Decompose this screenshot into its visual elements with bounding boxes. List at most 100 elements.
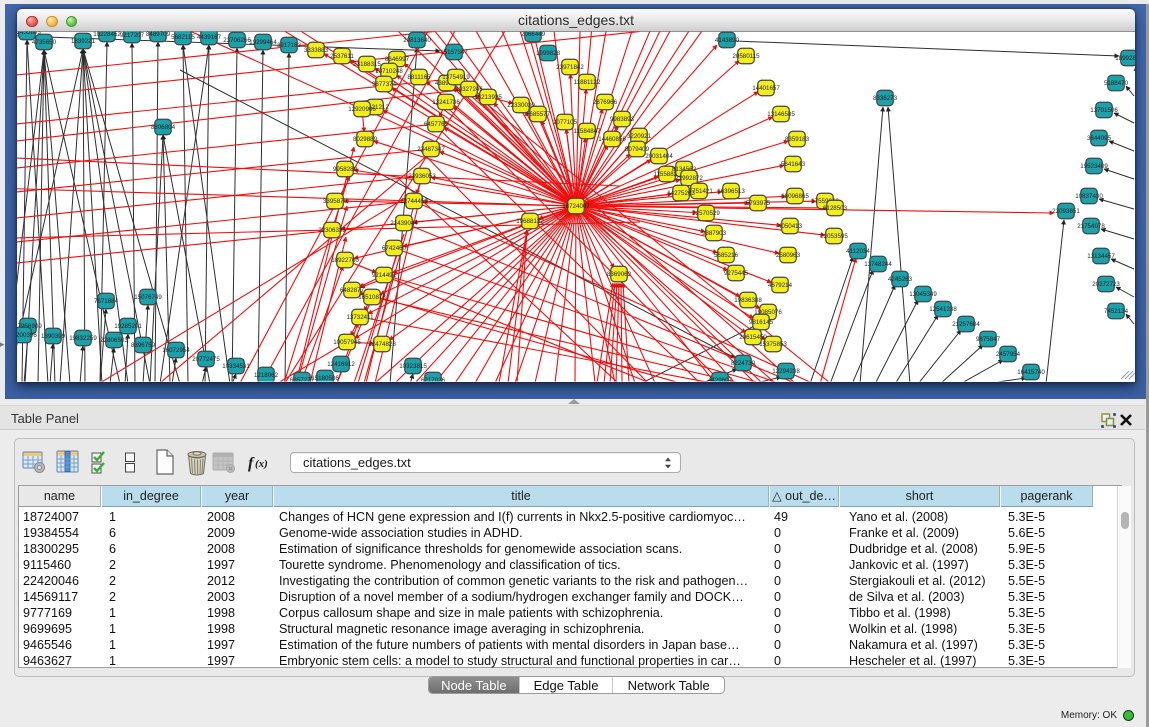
svg-text:15076749: 15076749 bbox=[134, 294, 162, 301]
svg-text:8079409: 8079409 bbox=[625, 146, 650, 153]
svg-text:8369062: 8369062 bbox=[607, 271, 632, 278]
svg-text:1890399: 1890399 bbox=[41, 333, 66, 340]
svg-text:6457765: 6457765 bbox=[424, 121, 449, 128]
svg-text:20372723: 20372723 bbox=[1092, 281, 1120, 288]
svg-text:10837430: 10837430 bbox=[1075, 193, 1103, 200]
svg-text:7671884: 7671884 bbox=[94, 298, 119, 305]
svg-text:15375853: 15375853 bbox=[759, 341, 787, 348]
svg-text:18096865: 18096865 bbox=[781, 193, 809, 200]
svg-text:5641643: 5641643 bbox=[781, 161, 806, 168]
svg-text:19832259: 19832259 bbox=[69, 335, 97, 342]
svg-text:9887903: 9887903 bbox=[702, 230, 727, 237]
svg-text:20615450: 20615450 bbox=[739, 334, 767, 341]
svg-text:6742460: 6742460 bbox=[382, 245, 407, 252]
svg-text:4439167: 4439167 bbox=[197, 34, 222, 41]
svg-text:8646997: 8646997 bbox=[385, 56, 410, 63]
svg-text:9816145: 9816145 bbox=[749, 319, 774, 326]
svg-text:13732411: 13732411 bbox=[346, 314, 374, 321]
svg-text:14401657: 14401657 bbox=[752, 85, 780, 92]
svg-text:21754078: 21754078 bbox=[1077, 223, 1105, 230]
svg-text:4050413: 4050413 bbox=[778, 223, 803, 230]
svg-text:11881122: 11881122 bbox=[574, 79, 601, 86]
svg-text:22306335: 22306335 bbox=[318, 227, 346, 234]
svg-text:12416912: 12416912 bbox=[327, 361, 355, 368]
svg-text:4143890: 4143890 bbox=[715, 37, 740, 44]
svg-text:10323815: 10323815 bbox=[399, 363, 427, 370]
svg-text:15157347: 15157347 bbox=[440, 49, 468, 56]
svg-text:18992829: 18992829 bbox=[1115, 55, 1143, 62]
svg-text:19836388: 19836388 bbox=[734, 297, 762, 304]
svg-text:1839221: 1839221 bbox=[71, 38, 96, 45]
svg-text:3644095: 3644095 bbox=[1087, 135, 1112, 142]
svg-text:20580115: 20580115 bbox=[732, 53, 760, 60]
svg-text:9875847: 9875847 bbox=[976, 336, 1001, 343]
svg-text:10710248: 10710248 bbox=[375, 68, 403, 75]
svg-text:20813640: 20813640 bbox=[403, 37, 431, 44]
svg-text:5682115: 5682115 bbox=[171, 34, 195, 41]
svg-text:8811165: 8811165 bbox=[407, 74, 431, 81]
svg-text:15180586: 15180586 bbox=[311, 375, 339, 382]
svg-text:12294238: 12294238 bbox=[772, 368, 800, 375]
svg-text:13701506: 13701506 bbox=[1090, 107, 1118, 114]
svg-text:3917183: 3917183 bbox=[277, 42, 302, 49]
svg-text:3677374: 3677374 bbox=[372, 81, 397, 88]
svg-text:2457954: 2457954 bbox=[996, 351, 1021, 358]
svg-text:8396759: 8396759 bbox=[131, 342, 156, 349]
svg-text:13146585: 13146585 bbox=[767, 111, 795, 118]
svg-text:20772475: 20772475 bbox=[192, 356, 220, 363]
svg-text:9217207: 9217207 bbox=[120, 32, 145, 39]
svg-text:19285201: 19285201 bbox=[114, 323, 142, 330]
svg-text:11584847: 11584847 bbox=[573, 128, 601, 135]
svg-text:1218062: 1218062 bbox=[254, 372, 279, 379]
svg-text:(x): (x) bbox=[255, 458, 268, 470]
svg-text:4245263: 4245263 bbox=[888, 276, 913, 283]
svg-text:4112034: 4112034 bbox=[846, 248, 870, 255]
svg-text:18724007: 18724007 bbox=[562, 203, 590, 210]
svg-text:8806804: 8806804 bbox=[151, 124, 176, 131]
svg-text:2537611: 2537611 bbox=[330, 53, 354, 60]
svg-text:2066449: 2066449 bbox=[521, 31, 546, 38]
svg-text:8489709: 8489709 bbox=[146, 31, 171, 38]
svg-text:16415740: 16415740 bbox=[1017, 369, 1045, 376]
svg-text:19299464: 19299464 bbox=[249, 39, 277, 46]
svg-text:22474828: 22474828 bbox=[368, 341, 396, 348]
svg-text:20031404: 20031404 bbox=[645, 153, 673, 160]
svg-text:14275203: 14275203 bbox=[667, 190, 695, 197]
svg-text:8336273: 8336273 bbox=[873, 95, 898, 102]
svg-text:16510878: 16510878 bbox=[358, 294, 386, 301]
svg-text:f: f bbox=[248, 455, 255, 472]
svg-text:23188315: 23188315 bbox=[353, 61, 381, 68]
svg-text:23487347: 23487347 bbox=[417, 146, 445, 153]
svg-text:23971842: 23971842 bbox=[556, 64, 584, 71]
svg-text:19688132: 19688132 bbox=[516, 218, 544, 225]
svg-text:9958289: 9958289 bbox=[333, 166, 358, 173]
svg-text:13241736: 13241736 bbox=[432, 99, 460, 106]
svg-text:13754919: 13754919 bbox=[442, 74, 470, 81]
svg-text:10334531: 10334531 bbox=[222, 363, 250, 370]
svg-text:21200396: 21200396 bbox=[9, 332, 37, 339]
svg-text:13748244: 13748244 bbox=[864, 261, 892, 268]
svg-text:18922760: 18922760 bbox=[331, 257, 359, 264]
svg-text:22806503: 22806503 bbox=[100, 337, 128, 344]
svg-text:2077105: 2077105 bbox=[553, 119, 578, 126]
svg-text:4429607: 4429607 bbox=[708, 377, 733, 384]
svg-text:5793975: 5793975 bbox=[746, 200, 771, 207]
svg-text:9214491: 9214491 bbox=[372, 272, 397, 279]
svg-text:10057945: 10057945 bbox=[333, 339, 361, 346]
svg-text:19523409: 19523409 bbox=[1080, 163, 1108, 170]
svg-text:8359183: 8359183 bbox=[785, 136, 810, 143]
svg-text:12541238: 12541238 bbox=[929, 306, 957, 313]
svg-text:2580963: 2580963 bbox=[776, 252, 801, 259]
svg-text:5685216: 5685216 bbox=[714, 252, 739, 259]
svg-text:10327246: 10327246 bbox=[455, 86, 483, 93]
svg-text:1999828: 1999828 bbox=[536, 50, 561, 57]
svg-text:6482877: 6482877 bbox=[340, 287, 365, 294]
svg-text:10228452: 10228452 bbox=[93, 31, 121, 38]
svg-text:22992872: 22992872 bbox=[675, 175, 703, 182]
svg-text:12920906: 12920906 bbox=[348, 106, 376, 113]
svg-text:8029889: 8029889 bbox=[353, 136, 378, 143]
svg-text:16396513: 16396513 bbox=[717, 188, 745, 195]
svg-text:7452134: 7452134 bbox=[1104, 308, 1129, 315]
svg-text:22570529: 22570529 bbox=[692, 210, 720, 217]
svg-text:3333883: 3333883 bbox=[304, 47, 329, 54]
